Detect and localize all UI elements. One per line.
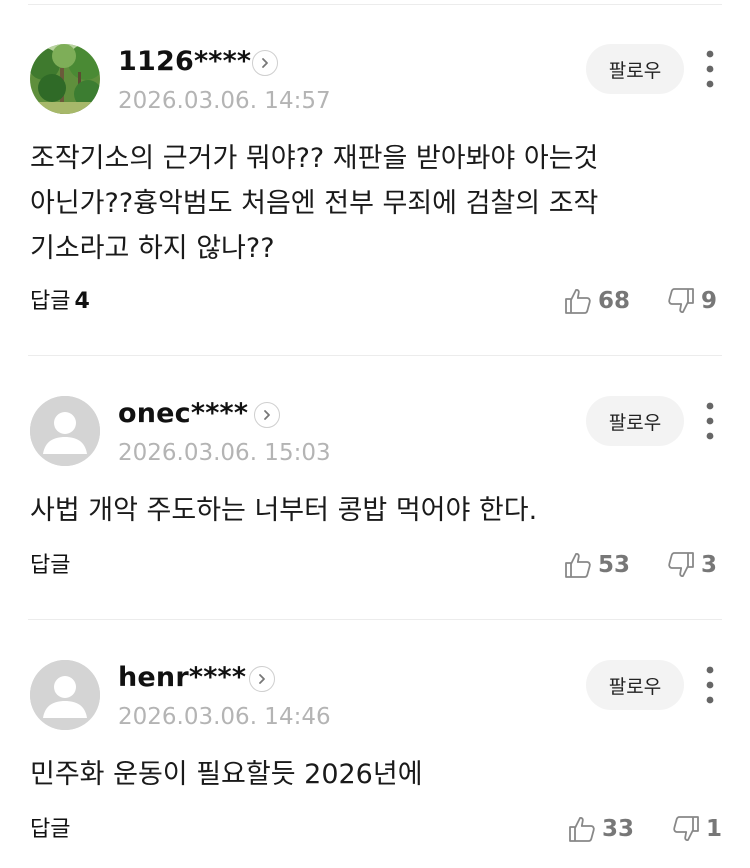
like-count: 53 xyxy=(598,552,631,578)
comment-text: 조작기소의 근거가 뭐야?? 재판을 받아봐야 아는것 아닌가??흉악범도 처음… xyxy=(30,143,599,264)
profile-chevron-icon[interactable] xyxy=(249,666,275,692)
reply-label: 답글 xyxy=(30,553,71,578)
like-count: 68 xyxy=(598,288,631,314)
like-button[interactable]: 33 xyxy=(568,815,634,843)
divider xyxy=(28,355,722,356)
more-options-icon[interactable] xyxy=(696,662,724,708)
follow-button[interactable]: 팔로우 xyxy=(586,660,684,710)
profile-chevron-icon[interactable] xyxy=(254,402,280,428)
like-button[interactable]: 53 xyxy=(564,551,630,579)
dislike-button[interactable]: 1 xyxy=(672,815,722,843)
divider xyxy=(28,619,722,620)
like-count: 33 xyxy=(602,816,635,842)
comment-text: 사법 개악 주도하는 너부터 콩밥 먹어야 한다. xyxy=(30,495,538,526)
timestamp: 2026.03.06. 14:57 xyxy=(118,88,331,114)
thumbs-down-icon xyxy=(673,816,699,842)
avatar[interactable] xyxy=(30,660,100,730)
follow-button[interactable]: 팔로우 xyxy=(586,44,684,94)
reply-button[interactable]: 답글 xyxy=(30,815,70,845)
dislike-count: 3 xyxy=(701,552,718,578)
dislike-button[interactable]: 3 xyxy=(667,551,717,579)
reply-label: 답글 xyxy=(30,289,71,314)
dislike-button[interactable]: 9 xyxy=(667,287,717,315)
default-avatar-icon xyxy=(30,660,100,730)
more-options-icon[interactable] xyxy=(696,398,724,444)
avatar-photo xyxy=(30,44,100,114)
thumbs-up-icon xyxy=(565,288,591,314)
timestamp: 2026.03.06. 14:46 xyxy=(118,704,331,730)
like-button[interactable]: 68 xyxy=(564,287,630,315)
thumbs-up-icon xyxy=(569,816,595,842)
dislike-count: 1 xyxy=(706,816,723,842)
top-divider xyxy=(28,4,722,5)
dislike-count: 9 xyxy=(701,288,718,314)
more-options-icon[interactable] xyxy=(696,46,724,92)
profile-chevron-icon[interactable] xyxy=(252,50,278,76)
avatar[interactable] xyxy=(30,396,100,466)
thumbs-up-icon xyxy=(565,552,591,578)
thumbs-down-icon xyxy=(668,288,694,314)
comment-text: 민주화 운동이 필요할듯 2026년에 xyxy=(30,759,423,790)
reply-label: 답글 xyxy=(30,817,71,842)
username[interactable]: 1126**** xyxy=(118,45,251,79)
reply-button[interactable]: 답글 xyxy=(30,551,70,581)
username[interactable]: henr**** xyxy=(118,661,246,695)
username[interactable]: onec**** xyxy=(118,397,248,431)
avatar[interactable] xyxy=(30,44,100,114)
reply-button[interactable]: 답글 4 xyxy=(30,287,90,317)
reply-count: 4 xyxy=(74,289,90,314)
follow-button[interactable]: 팔로우 xyxy=(586,396,684,446)
thumbs-down-icon xyxy=(668,552,694,578)
default-avatar-icon xyxy=(30,396,100,466)
timestamp: 2026.03.06. 15:03 xyxy=(118,440,331,466)
